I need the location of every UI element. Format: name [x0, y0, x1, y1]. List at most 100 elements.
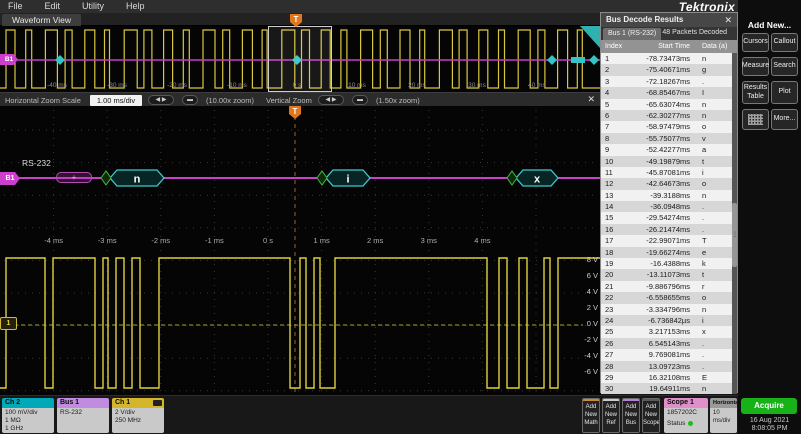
- cell-data: E: [695, 372, 733, 383]
- sidebar-button-results-table[interactable]: Results Table: [742, 81, 769, 104]
- add-new-scope-button[interactable]: Add New Scope: [642, 398, 660, 433]
- sidebar-button-mask[interactable]: [742, 109, 769, 130]
- badge-line: 100 mV/div: [5, 409, 54, 417]
- waveform-overview[interactable]: T B1 -40 ms-30 ms-20 ms-10 ms0 s10 ms20 …: [0, 26, 601, 92]
- table-row[interactable]: 23-3.334796msn: [601, 304, 733, 315]
- table-row[interactable]: 17-22.99071msT: [601, 235, 733, 246]
- horizontal-zoom-arrows-button[interactable]: ◀ ▶: [148, 95, 174, 105]
- table-row[interactable]: 22-6.558655mso: [601, 292, 733, 303]
- table-row[interactable]: 18-19.66274mse: [601, 247, 733, 258]
- table-row[interactable]: 14-36.0948ms.: [601, 201, 733, 212]
- table-row[interactable]: 5-65.63074msn: [601, 99, 733, 110]
- cell-start: -45.87081ms: [629, 167, 695, 178]
- cell-data: k: [695, 258, 733, 269]
- menu-item-file[interactable]: File: [8, 0, 23, 13]
- table-row[interactable]: 279.769081ms.: [601, 349, 733, 360]
- cell-data: i: [695, 315, 733, 326]
- panel-close-icon[interactable]: ✕: [724, 13, 732, 27]
- add-new-ref-button[interactable]: Add New Ref: [602, 398, 620, 433]
- table-row[interactable]: 4-68.85467msI: [601, 87, 733, 98]
- sidebar-button-callout[interactable]: Callout: [771, 33, 798, 52]
- menu-item-help[interactable]: Help: [126, 0, 145, 13]
- vertical-zoom-arrows-button[interactable]: ◀ ▶: [318, 95, 344, 105]
- table-row[interactable]: 24-6.736842µsi: [601, 315, 733, 326]
- scope1-badge[interactable]: Scope 1 1857202C Status: [664, 398, 708, 433]
- time-tick-label: -4 ms: [44, 236, 63, 245]
- add-button-label: Add New Bus: [623, 401, 639, 427]
- table-row[interactable]: 10-49.19879mst: [601, 156, 733, 167]
- badge-header-ch2: Ch 2: [2, 398, 54, 408]
- cell-index: 4: [601, 87, 629, 98]
- table-row[interactable]: 3-72.18267ms.: [601, 76, 733, 87]
- table-row[interactable]: 11-45.87081msi: [601, 167, 733, 178]
- badge-label: Ch 1: [115, 399, 130, 406]
- column-header-data: Data (a): [695, 40, 737, 53]
- bus-handle[interactable]: +: [56, 172, 92, 183]
- horizontal-badge[interactable]: Horizontal 10 ms/div: [710, 398, 737, 433]
- cell-data: g: [695, 64, 733, 75]
- horizontal-scale: 10 ms/div: [713, 409, 737, 425]
- horizontal-zoom-scale-input[interactable]: 1.00 ms/div: [90, 95, 142, 106]
- table-row[interactable]: 8-55.75077msv: [601, 133, 733, 144]
- zoom-waveform-view[interactable]: nix T B1 RS-232 + 1 -4 ms-3 ms-2 ms-1 ms…: [0, 106, 601, 395]
- cell-data: .: [695, 349, 733, 360]
- probe-icon: [153, 400, 162, 406]
- sidebar-button-plot[interactable]: Plot: [771, 81, 798, 104]
- cell-index: 9: [601, 144, 629, 155]
- table-scrollbar-thumb[interactable]: ⋮: [732, 203, 737, 267]
- packet-char: i: [346, 174, 349, 186]
- horizontal-zoom-drag-button[interactable]: ▬: [182, 95, 198, 105]
- table-row[interactable]: 6-62.30277msn: [601, 110, 733, 121]
- table-row[interactable]: 12-42.64673mso: [601, 178, 733, 189]
- cell-index: 25: [601, 326, 629, 337]
- badge-line: 1 GHz: [5, 425, 54, 433]
- vertical-zoom-drag-button[interactable]: ▬: [352, 95, 368, 105]
- table-row[interactable]: 2916.32108msE: [601, 372, 733, 383]
- table-row[interactable]: 1-78.73473msn: [601, 53, 733, 64]
- tab-waveform-view[interactable]: Waveform View: [2, 14, 81, 26]
- zoom-close-icon[interactable]: ✕: [587, 94, 595, 105]
- add-new-math-button[interactable]: Add New Math: [582, 398, 600, 433]
- menu-item-utility[interactable]: Utility: [82, 0, 104, 13]
- bottom-bar: Ch 2 100 mV/div 1 MΩ 1 GHz Bus 1 RS-232 …: [0, 395, 738, 434]
- sidebar-button-cursors[interactable]: Cursors: [742, 33, 769, 52]
- table-row[interactable]: 9-52.42277msa: [601, 144, 733, 155]
- table-row[interactable]: 15-29.54274ms.: [601, 212, 733, 223]
- table-row[interactable]: 2813.09723ms.: [601, 361, 733, 372]
- ch1-ground-marker[interactable]: 1: [0, 317, 17, 330]
- cell-start: -52.42277ms: [629, 144, 695, 155]
- sidebar-button-more[interactable]: More...: [771, 109, 798, 130]
- panel-title: Bus Decode Results: [606, 15, 683, 24]
- volt-tick-label: -6 V: [572, 367, 598, 376]
- cell-data: T: [695, 235, 733, 246]
- zoom-toolbar: Horizontal Zoom Scale 1.00 ms/div ◀ ▶ ▬ …: [0, 92, 601, 106]
- tab-bus1-rs232[interactable]: Bus 1 (RS-232): [603, 28, 661, 40]
- cell-data: i: [695, 167, 733, 178]
- add-new-bus-button[interactable]: Add New Bus: [622, 398, 640, 433]
- channel-badge-ch1[interactable]: Ch 1 2 V/div 250 MHz: [112, 398, 164, 433]
- table-row[interactable]: 20-13.11073mst: [601, 269, 733, 280]
- table-scrollbar-track[interactable]: ⋮: [732, 53, 737, 394]
- channel-badge-ch2[interactable]: Ch 2 100 mV/div 1 MΩ 1 GHz: [2, 398, 54, 433]
- overview-tick-label: 10 ms: [348, 82, 366, 89]
- cell-index: 3: [601, 76, 629, 87]
- table-row[interactable]: 21-9.886796msr: [601, 281, 733, 292]
- table-row[interactable]: 2-75.40671msg: [601, 64, 733, 75]
- sidebar-button-search[interactable]: Search: [771, 57, 798, 76]
- channel-badge-bus1[interactable]: Bus 1 RS-232: [57, 398, 109, 433]
- table-row[interactable]: 266.545143ms.: [601, 338, 733, 349]
- acquire-button[interactable]: Acquire: [741, 398, 797, 414]
- table-row[interactable]: 3019.64911msn: [601, 383, 733, 394]
- table-row[interactable]: 7-58.97479mso: [601, 121, 733, 132]
- cell-data: n: [695, 99, 733, 110]
- table-row[interactable]: 16-26.21474ms.: [601, 224, 733, 235]
- sidebar-button-measure[interactable]: Measure: [742, 57, 769, 76]
- table-row[interactable]: 253.217153msx: [601, 326, 733, 337]
- menu-item-edit[interactable]: Edit: [45, 0, 61, 13]
- cell-data: a: [695, 144, 733, 155]
- cell-start: -68.85467ms: [629, 87, 695, 98]
- badge-header-ch1: Ch 1: [112, 398, 164, 408]
- table-row[interactable]: 19-16.4388msk: [601, 258, 733, 269]
- badge-body-bus1: RS-232: [57, 408, 109, 433]
- table-row[interactable]: 13-39.3188msn: [601, 190, 733, 201]
